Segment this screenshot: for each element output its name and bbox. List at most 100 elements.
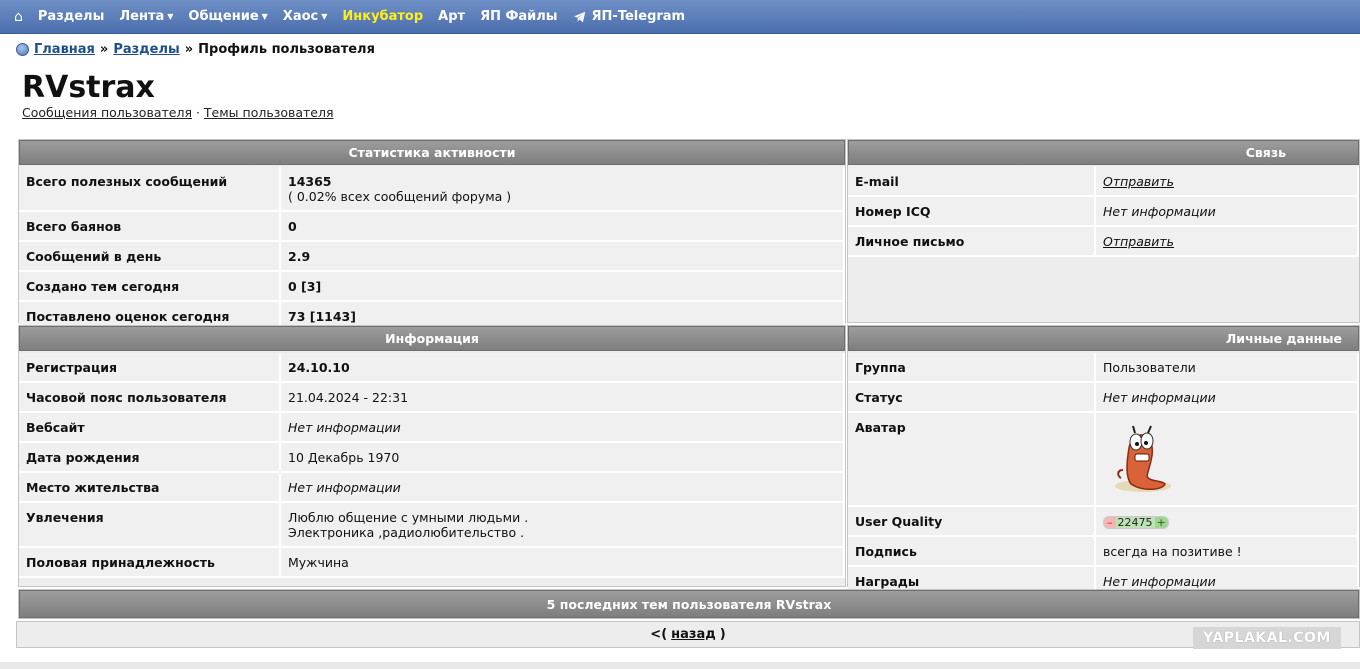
user-topics-link[interactable]: Темы пользователя [204,105,334,120]
contact-value: Нет информации [1095,196,1359,227]
table-row: Половая принадлежность Мужчина [19,547,845,578]
stat-value: 2.9 [280,241,845,272]
home-icon[interactable]: ⌂ [14,9,23,25]
nav-item-art[interactable]: Арт [438,9,465,24]
info-label: Дата рождения [19,442,281,473]
bottom-bar [0,662,1360,669]
link-separator: · [195,105,200,120]
stat-label: Всего полезных сообщений [19,167,281,212]
personal-value: – 22475 + [1095,506,1359,537]
info-label: Часовой пояс пользователя [19,382,281,413]
nav-item-files[interactable]: ЯП Файлы [480,9,557,24]
contact-value: Отправить [1095,226,1359,257]
caret-down-icon: ▼ [321,12,328,21]
page-title: RVstrax [22,70,155,105]
nav-item-feed[interactable]: Лента ▼ [119,9,173,24]
telegram-icon [573,11,585,22]
email-send-link[interactable]: Отправить [1103,174,1174,189]
table-row: Всего баянов 0 [19,211,845,242]
info-panel: Информация Регистрация 24.10.10 Часовой … [18,325,846,587]
info-label: Вебсайт [19,412,281,443]
stat-label: Создано тем сегодня [19,271,281,302]
info-label: Увлечения [19,502,281,548]
stat-value: 14365( 0.02% всех сообщений форума ) [280,167,845,212]
personal-panel: Личные данные Группа Пользователи Статус… [847,325,1360,597]
personal-label: Аватар [848,412,1096,507]
info-label: Регистрация [19,353,281,383]
nav-item-sections[interactable]: Разделы [38,9,104,24]
info-value: Люблю общение с умными людьми . Электрони… [280,502,845,548]
quality-minus-button[interactable]: – [1104,517,1116,528]
nav-item-communication[interactable]: Общение ▼ [188,9,267,24]
nav-item-incubator[interactable]: Инкубатор [342,9,423,24]
table-row: Аватар [848,412,1359,507]
quality-value: 22475 [1115,516,1155,529]
stat-value: 0 [3] [280,271,845,302]
breadcrumb-globe-icon [16,43,29,56]
stat-label: Сообщений в день [19,241,281,272]
table-row: Группа Пользователи [848,353,1359,383]
private-message-link[interactable]: Отправить [1103,234,1174,249]
contact-label: Личное письмо [848,226,1096,257]
table-row: Статус Нет информации [848,382,1359,413]
contact-table: E-mail Отправить Номер ICQ Нет информаци… [848,167,1359,257]
table-row: Подпись всегда на позитиве ! [848,536,1359,567]
recent-topics-header: 5 последних тем пользователя RVstrax [19,590,1359,618]
info-label: Половая принадлежность [19,547,281,578]
quality-plus-button[interactable]: + [1154,517,1168,528]
back-row: <( назад ) [16,621,1360,648]
info-value: Мужчина [280,547,845,578]
recent-topics-panel: 5 последних тем пользователя RVstrax [18,589,1360,619]
table-row: Часовой пояс пользователя 21.04.2024 - 2… [19,382,845,413]
contact-panel-header: Связь [848,140,1359,165]
personal-value: Пользователи [1095,353,1359,383]
table-row: Всего полезных сообщений 14365( 0.02% вс… [19,167,845,212]
info-value: 24.10.10 [280,353,845,383]
user-links: Сообщения пользователя · Темы пользовате… [22,105,334,120]
info-panel-header: Информация [19,326,845,351]
breadcrumb: Главная » Разделы » Профиль пользователя [16,42,375,57]
table-row: Вебсайт Нет информации [19,412,845,443]
personal-panel-header: Личные данные [848,326,1359,351]
nav-item-chaos[interactable]: Хаос ▼ [283,9,328,24]
site-watermark: YAPLAKAL.COM [1193,627,1341,649]
table-row: Регистрация 24.10.10 [19,353,845,383]
caret-down-icon: ▼ [261,12,268,21]
personal-value: Нет информации [1095,382,1359,413]
info-table: Регистрация 24.10.10 Часовой пояс пользо… [19,353,845,578]
table-row: Личное письмо Отправить [848,226,1359,257]
table-row: Создано тем сегодня 0 [3] [19,271,845,302]
stat-label: Всего баянов [19,211,281,242]
info-label: Место жительства [19,472,281,503]
top-navigation: ⌂ Разделы Лента ▼ Общение ▼ Хаос ▼ Инкубато… [0,0,1360,34]
personal-value [1095,412,1359,507]
personal-label: Статус [848,382,1096,413]
back-link[interactable]: назад [671,627,716,642]
breadcrumb-sections-link[interactable]: Разделы [113,42,179,57]
stat-value: 0 [280,211,845,242]
contact-panel: Связь E-mail Отправить Номер ICQ Нет инф… [847,139,1360,323]
personal-label: User Quality [848,506,1096,537]
nav-item-telegram[interactable]: ЯП-Telegram [573,9,685,24]
personal-value: всегда на позитиве ! [1095,536,1359,567]
table-row: Место жительства Нет информации [19,472,845,503]
info-value: Нет информации [280,412,845,443]
back-prefix: <( [650,627,668,642]
contact-label: Номер ICQ [848,196,1096,227]
user-quality-badge: – 22475 + [1103,516,1169,529]
personal-table: Группа Пользователи Статус Нет информаци… [848,353,1359,597]
table-row: Номер ICQ Нет информации [848,196,1359,227]
info-value: 21.04.2024 - 22:31 [280,382,845,413]
stats-table: Всего полезных сообщений 14365( 0.02% вс… [19,167,845,332]
stats-panel-header: Статистика активности [19,140,845,165]
contact-label: E-mail [848,167,1096,197]
info-value: 10 Декабрь 1970 [280,442,845,473]
table-row: E-mail Отправить [848,167,1359,197]
user-messages-link[interactable]: Сообщения пользователя [22,105,192,120]
table-row: Дата рождения 10 Декабрь 1970 [19,442,845,473]
stats-panel: Статистика активности Всего полезных соо… [18,139,846,332]
table-row: Увлечения Люблю общение с умными людьми … [19,502,845,548]
info-value: Нет информации [280,472,845,503]
caret-down-icon: ▼ [167,12,174,21]
breadcrumb-home-link[interactable]: Главная [34,42,95,57]
